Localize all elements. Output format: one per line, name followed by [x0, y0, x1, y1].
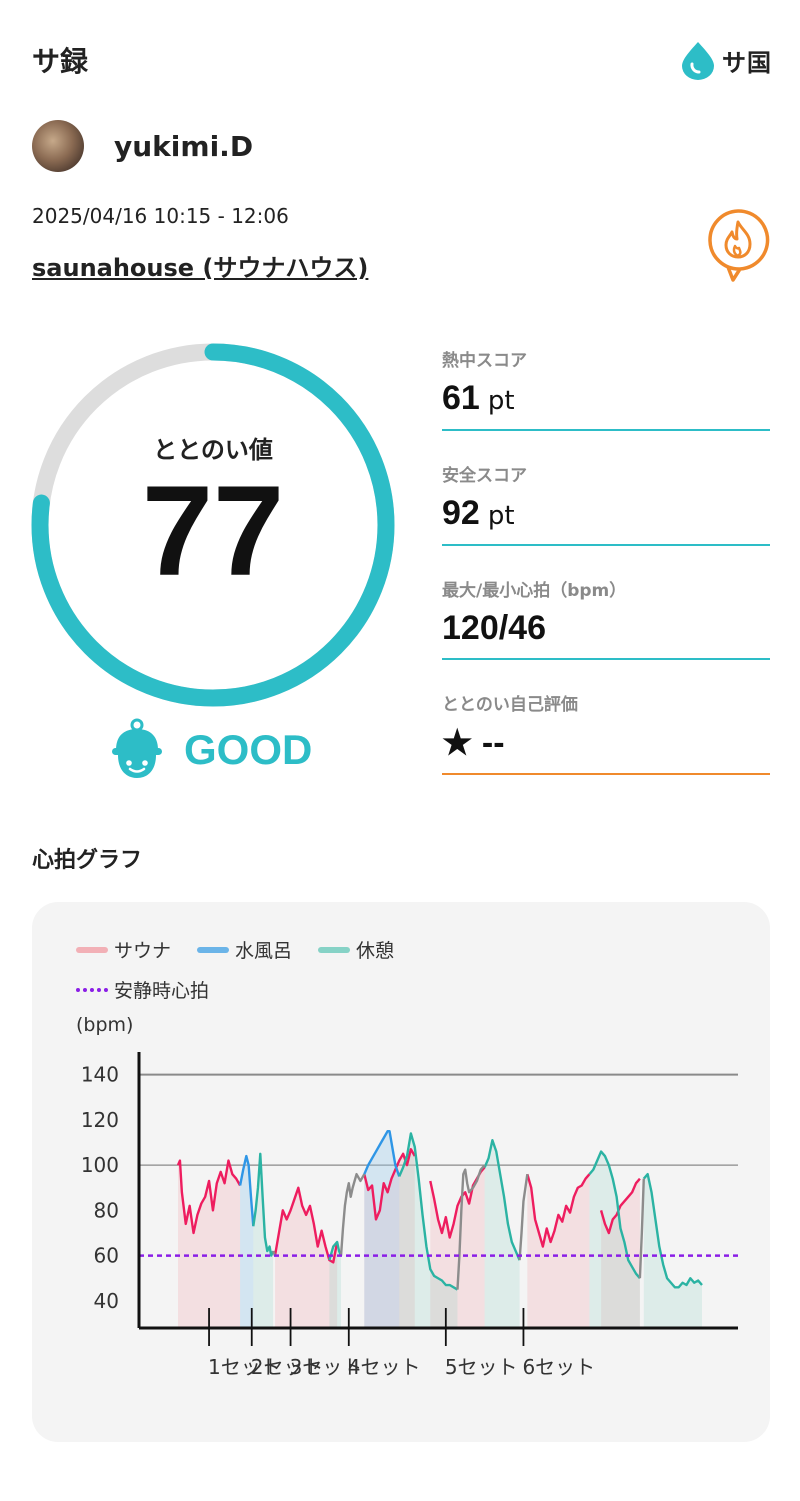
- self-rating-value[interactable]: ★ --: [442, 723, 505, 763]
- y-tick-label: 40: [94, 1289, 119, 1313]
- y-tick-label: 140: [81, 1063, 119, 1087]
- heart-graph-title: 心拍グラフ: [32, 848, 143, 873]
- heart-rate-chart: 4060801001201401セット2セット3セット4セット 5セット 6セット: [81, 1052, 738, 1379]
- self-rating-label: ととのい自己評価: [442, 695, 578, 715]
- heat-score-unit: pt: [487, 386, 515, 416]
- heart-rate-chart-card: サウナ 水風呂 休憩 安静時心拍 (bpm) 40 60 80 100 120 140 1セ…: [32, 902, 770, 1442]
- divider: [442, 658, 770, 660]
- series-area: [240, 1156, 254, 1328]
- safety-score-value: 92: [442, 494, 480, 532]
- app-title: サ録: [32, 45, 89, 78]
- heart-rate-range-value: 120/46: [442, 609, 546, 647]
- set-label: 5セット: [445, 1355, 518, 1379]
- heat-score-label: 熱中スコア: [442, 351, 527, 371]
- self-rating[interactable]: ととのい自己評価 ★ --: [442, 690, 770, 776]
- heart-rate-range-label: 最大/最小心拍（bpm）: [442, 581, 627, 601]
- series-line: [638, 1178, 645, 1279]
- username[interactable]: yukimi.D: [114, 130, 253, 163]
- rating-badge: GOOD: [110, 718, 312, 782]
- y-tick-label: 100: [81, 1153, 119, 1177]
- y-tick-label: 120: [81, 1108, 119, 1132]
- fire-icon[interactable]: [706, 208, 770, 284]
- series-area: [253, 1153, 274, 1328]
- safety-score-unit: pt: [487, 501, 515, 531]
- brand-name: サ国: [722, 48, 772, 77]
- user-profile[interactable]: yukimi.D: [32, 118, 253, 174]
- heat-score: 熱中スコア 61 pt: [442, 346, 770, 432]
- set-label: 4セット: [348, 1355, 421, 1379]
- y-tick-label: 60: [94, 1244, 119, 1268]
- avatar[interactable]: [32, 120, 84, 172]
- brand-logo[interactable]: サ国: [680, 38, 772, 82]
- rating-text: GOOD: [184, 726, 313, 773]
- divider: [442, 544, 770, 546]
- heat-score-value: 61: [442, 379, 480, 417]
- hat-face-icon: [112, 718, 162, 778]
- series-area: [484, 1140, 520, 1328]
- safety-score: 安全スコア 92 pt: [442, 461, 770, 547]
- series-line: [339, 1172, 366, 1256]
- water-drop-icon: [682, 42, 714, 80]
- series-area: [527, 1174, 590, 1328]
- facility-link[interactable]: saunahouse (サウナハウス): [32, 248, 368, 283]
- safety-score-label: 安全スコア: [442, 466, 527, 486]
- series-line: [518, 1173, 529, 1261]
- divider: [442, 429, 770, 431]
- heart-rate-range: 最大/最小心拍（bpm） 120/46: [442, 576, 770, 662]
- visit-datetime: 2025/04/16 10:15 - 12:06: [32, 204, 289, 228]
- set-label: 6セット: [522, 1355, 595, 1379]
- y-tick-label: 80: [94, 1198, 119, 1222]
- divider: [442, 773, 770, 775]
- gauge-value: 77: [141, 460, 285, 603]
- app-header: サ録 サ国: [32, 38, 772, 82]
